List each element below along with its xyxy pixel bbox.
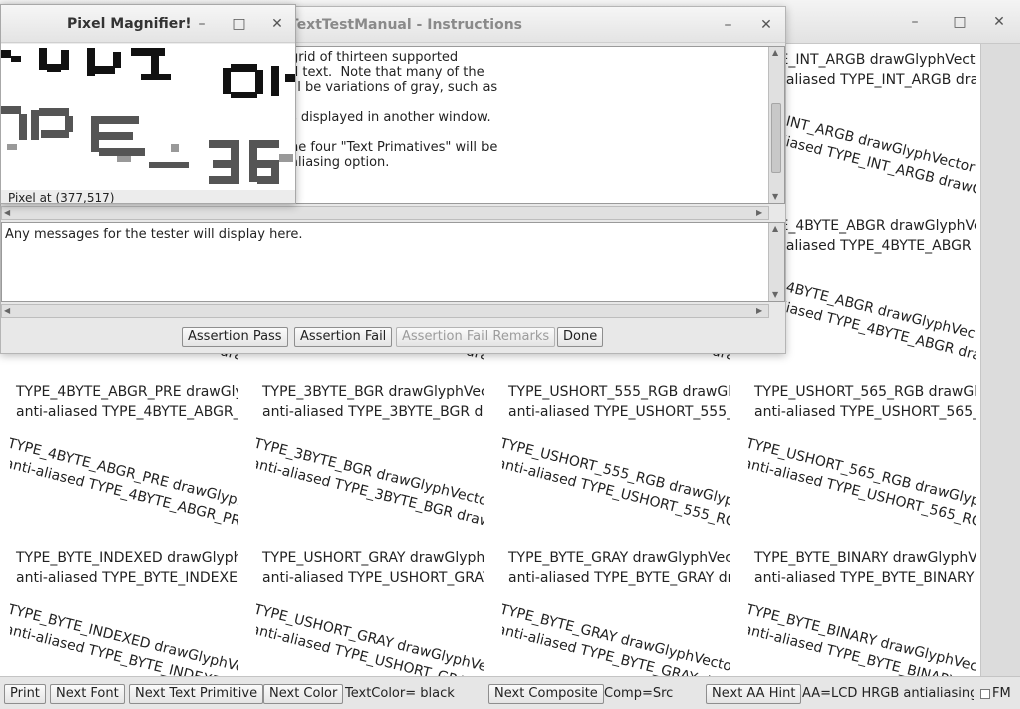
render-cell: TYPE_USHORT_GRAY drawGlyphVector anti-ali… <box>256 550 484 676</box>
minimize-icon[interactable]: – <box>904 11 926 33</box>
assertion-pass-button[interactable]: Assertion Pass <box>182 327 288 347</box>
scroll-up-icon[interactable]: ▲ <box>772 224 778 234</box>
instructions-line: he four "Text Primatives" will be <box>290 140 498 155</box>
straight-line-1: TYPE_USHORT_565_RGB drawGlyphVector <box>754 384 976 400</box>
straight-line-2: anti-aliased TYPE_BYTE_GRAY drawGlyphVec… <box>508 570 730 586</box>
fm-checkbox[interactable] <box>980 689 990 699</box>
instructions-text: grid of thirteen supported d text. Note t… <box>290 50 497 170</box>
straight-line-2: anti-aliased TYPE_USHORT_555_RGB drawGly… <box>508 404 730 420</box>
bottom-toolbar: Print Next Font Next Text Primitive Next… <box>0 676 1020 709</box>
straight-line-1: TYPE_4BYTE_ABGR drawGlyphVector <box>754 218 976 234</box>
next-aa-hint-button[interactable]: Next AA Hint <box>706 684 802 704</box>
close-icon[interactable]: ✕ <box>755 14 777 36</box>
straight-line-1: TYPE_4BYTE_ABGR_PRE drawGlyphVector <box>16 384 238 400</box>
scroll-right-icon[interactable]: ▶ <box>756 306 762 316</box>
render-cell: TYPE_BYTE_INDEXED drawGlyphVector anti-al… <box>10 550 238 676</box>
instructions-line <box>290 95 497 110</box>
next-text-primitive-button[interactable]: Next Text Primitive <box>129 684 264 704</box>
instructions-line: grid of thirteen supported <box>290 50 459 65</box>
instructions-line <box>290 125 497 140</box>
magnifier-titlebar[interactable]: Pixel Magnifier! – □ ✕ <box>1 5 295 43</box>
fm-label: FM <box>992 686 1011 701</box>
right-edge-panel <box>980 44 1020 676</box>
instructions-line: ill be variations of gray, such as <box>290 80 498 95</box>
scroll-down-icon[interactable]: ▼ <box>772 290 778 300</box>
assertion-fail-remarks-button[interactable]: Assertion Fail Remarks <box>396 327 556 347</box>
close-icon[interactable]: ✕ <box>266 13 288 35</box>
aa-hint-label: AA=LCD HRGB antialiasing <box>802 686 974 701</box>
minimize-icon[interactable]: – <box>191 13 213 35</box>
render-cell: TYPE_BYTE_GRAY drawGlyphVector anti-alias… <box>502 550 730 676</box>
render-cell: TYPE_USHORT_565_RGB drawGlyphVector anti-… <box>748 384 976 534</box>
straight-line-2: anti-aliased TYPE_INT_ARGB drawGlyphVect… <box>754 72 976 88</box>
straight-line-2: anti-aliased TYPE_4BYTE_ABGR_PRE drawGly… <box>16 404 238 420</box>
straight-line-1: TYPE_BYTE_GRAY drawGlyphVector <box>508 550 730 566</box>
composite-label: Comp=Src <box>604 686 674 701</box>
scroll-left-icon[interactable]: ◀ <box>4 306 10 316</box>
print-button[interactable]: Print <box>4 684 46 704</box>
straight-line-2: anti-aliased TYPE_4BYTE_ABGR drawGlyphVe… <box>754 238 976 254</box>
assertion-fail-button[interactable]: Assertion Fail <box>294 327 393 347</box>
straight-line-2: anti-aliased TYPE_USHORT_565_RGB drawGly… <box>754 404 976 420</box>
maximize-icon[interactable]: □ <box>949 11 971 33</box>
messages-horizontal-scrollbar[interactable]: ◀ ▶ <box>1 304 769 318</box>
instructions-line: s displayed in another window. <box>290 110 491 125</box>
scroll-thumb[interactable] <box>771 103 781 173</box>
instructions-line: aliasing option. <box>290 155 390 170</box>
magnifier-title: Pixel Magnifier! <box>67 16 192 32</box>
next-color-button[interactable]: Next Color <box>263 684 344 704</box>
straight-line-2: anti-aliased TYPE_USHORT_GRAY drawGlyphV… <box>262 570 484 586</box>
straight-line-2: anti-aliased TYPE_BYTE_INDEXED drawGlyph… <box>16 570 238 586</box>
straight-line-1: TYPE_USHORT_GRAY drawGlyphVector <box>262 550 484 566</box>
render-cell: TYPE_4BYTE_ABGR_PRE drawGlyphVector anti-… <box>10 384 238 534</box>
straight-line-1: TYPE_USHORT_555_RGB drawGlyphVector <box>508 384 730 400</box>
scroll-left-icon[interactable]: ◀ <box>4 208 10 218</box>
close-icon[interactable]: ✕ <box>988 11 1010 33</box>
instructions-line: d text. Note that many of the <box>290 65 485 80</box>
scroll-down-icon[interactable]: ▼ <box>772 192 778 202</box>
minimize-icon[interactable]: – <box>717 14 739 36</box>
scroll-right-icon[interactable]: ▶ <box>756 208 762 218</box>
straight-line-1: TYPE_INT_ARGB drawGlyphVector <box>754 52 976 68</box>
straight-line-2: anti-aliased TYPE_BYTE_BINARY drawGlyphV… <box>754 570 976 586</box>
text-color-label: TextColor= black <box>345 686 455 701</box>
straight-line-1: TYPE_BYTE_INDEXED drawGlyphVector <box>16 550 238 566</box>
render-cell: TYPE_USHORT_555_RGB drawGlyphVector anti-… <box>502 384 730 534</box>
magnified-pixel-view <box>1 44 295 190</box>
instructions-vertical-scrollbar[interactable]: ▲ ▼ <box>768 47 784 203</box>
scroll-up-icon[interactable]: ▲ <box>772 48 778 58</box>
pixel-magnifier-window: Pixel Magnifier! – □ ✕ Pixel at (377,517… <box>0 4 296 204</box>
magnifier-status: Pixel at (377,517) <box>8 191 115 204</box>
straight-line-1: TYPE_BYTE_BINARY drawGlyphVector <box>754 550 976 566</box>
render-cell: TYPE_BYTE_BINARY drawGlyphVector anti-ali… <box>748 550 976 676</box>
magnified-glyphs-image <box>1 48 295 184</box>
instructions-title: TextTestManual - Instructions <box>289 17 523 33</box>
maximize-icon[interactable]: □ <box>228 13 250 35</box>
messages-text: Any messages for the tester will display… <box>5 227 303 242</box>
straight-line-1: TYPE_3BYTE_BGR drawGlyphVector <box>262 384 484 400</box>
render-cell: TYPE_3BYTE_BGR drawGlyphVector anti-alias… <box>256 384 484 534</box>
straight-line-2: anti-aliased TYPE_3BYTE_BGR drawGlyphVec… <box>262 404 484 420</box>
next-font-button[interactable]: Next Font <box>50 684 125 704</box>
messages-text-area[interactable]: Any messages for the tester will display… <box>1 222 785 302</box>
next-composite-button[interactable]: Next Composite <box>488 684 604 704</box>
done-button[interactable]: Done <box>557 327 604 347</box>
instructions-horizontal-scrollbar[interactable]: ◀ ▶ <box>1 206 769 220</box>
messages-vertical-scrollbar[interactable]: ▲ ▼ <box>768 223 784 301</box>
